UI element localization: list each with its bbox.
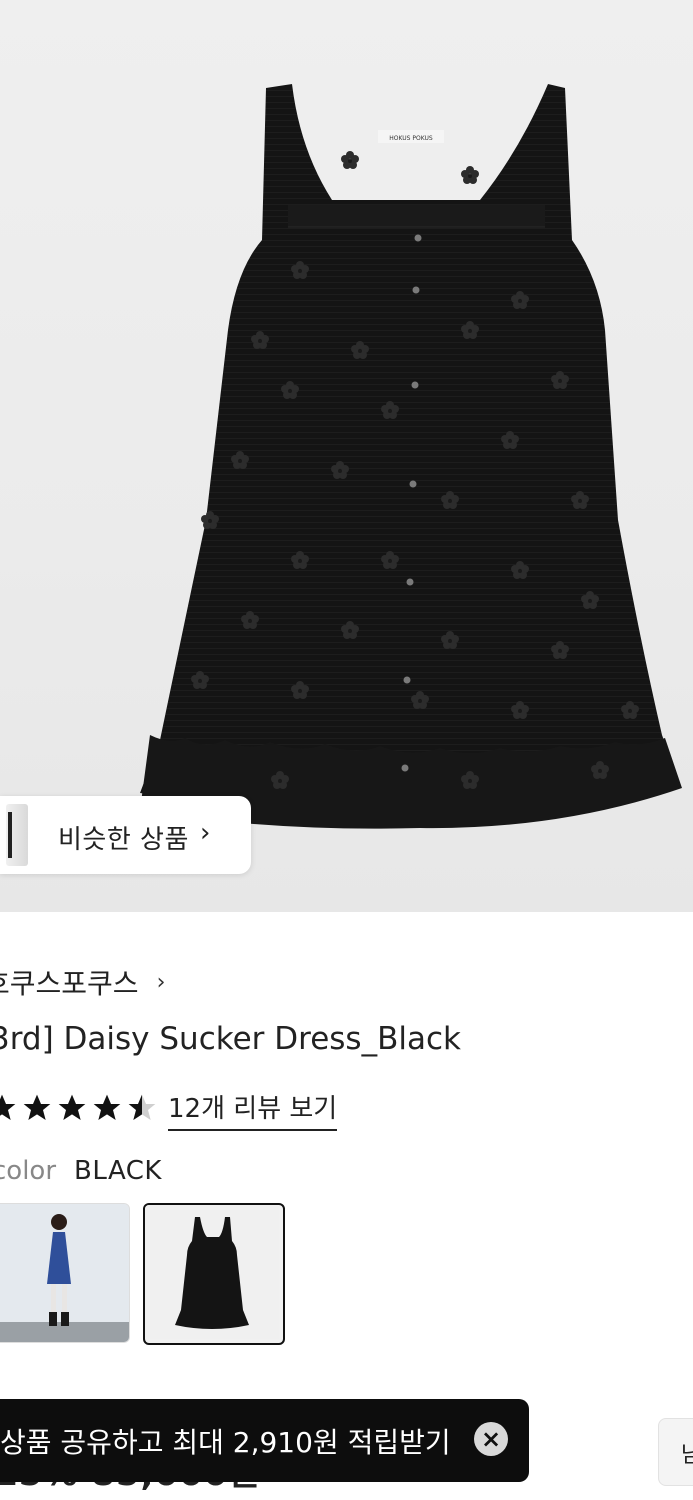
star-full-icon [0, 1094, 16, 1120]
share-reward-text: 상품 공유하고 최대 2,910원 적립받기 [0, 1426, 451, 1459]
brand-link[interactable]: 호쿠스포쿠스 › [0, 962, 165, 1002]
color-selector-label: color BLACK [0, 1156, 162, 1186]
product-image[interactable]: HOKUS POKUS 비슷한 상품 › [0, 0, 693, 912]
star-full-icon [93, 1094, 121, 1120]
side-action-button[interactable]: 남 [658, 1418, 693, 1486]
dress-illustration: HOKUS POKUS [140, 84, 682, 829]
color-value: BLACK [74, 1156, 162, 1186]
chevron-right-icon: › [200, 818, 211, 848]
svg-text:HOKUS POKUS: HOKUS POKUS [389, 135, 433, 142]
side-action-label: 남 [681, 1443, 693, 1468]
reviews-link[interactable]: 12개 리뷰 보기 [168, 1088, 338, 1131]
rating-stars [0, 1088, 158, 1128]
dress-thumbnail [145, 1205, 279, 1339]
star-half-icon [128, 1094, 156, 1120]
product-title: 3rd] Daisy Sucker Dress_Black [0, 1021, 461, 1057]
chevron-right-icon: › [156, 969, 166, 995]
similar-products-button[interactable]: 비슷한 상품 › [0, 796, 251, 874]
star-full-icon [23, 1094, 51, 1120]
close-icon[interactable]: × [474, 1422, 508, 1456]
color-swatch-blue[interactable] [0, 1203, 130, 1343]
model-thumbnail [0, 1204, 129, 1342]
similar-products-label: 비슷한 상품 [58, 825, 189, 855]
star-full-icon [58, 1094, 86, 1120]
color-key: color [0, 1156, 57, 1186]
share-reward-toast: 상품 공유하고 최대 2,910원 적립받기 × [0, 1399, 529, 1482]
brand-name: 호쿠스포쿠스 [0, 967, 139, 1000]
similar-product-thumbnail [6, 804, 28, 866]
color-swatch-black[interactable] [143, 1203, 285, 1345]
